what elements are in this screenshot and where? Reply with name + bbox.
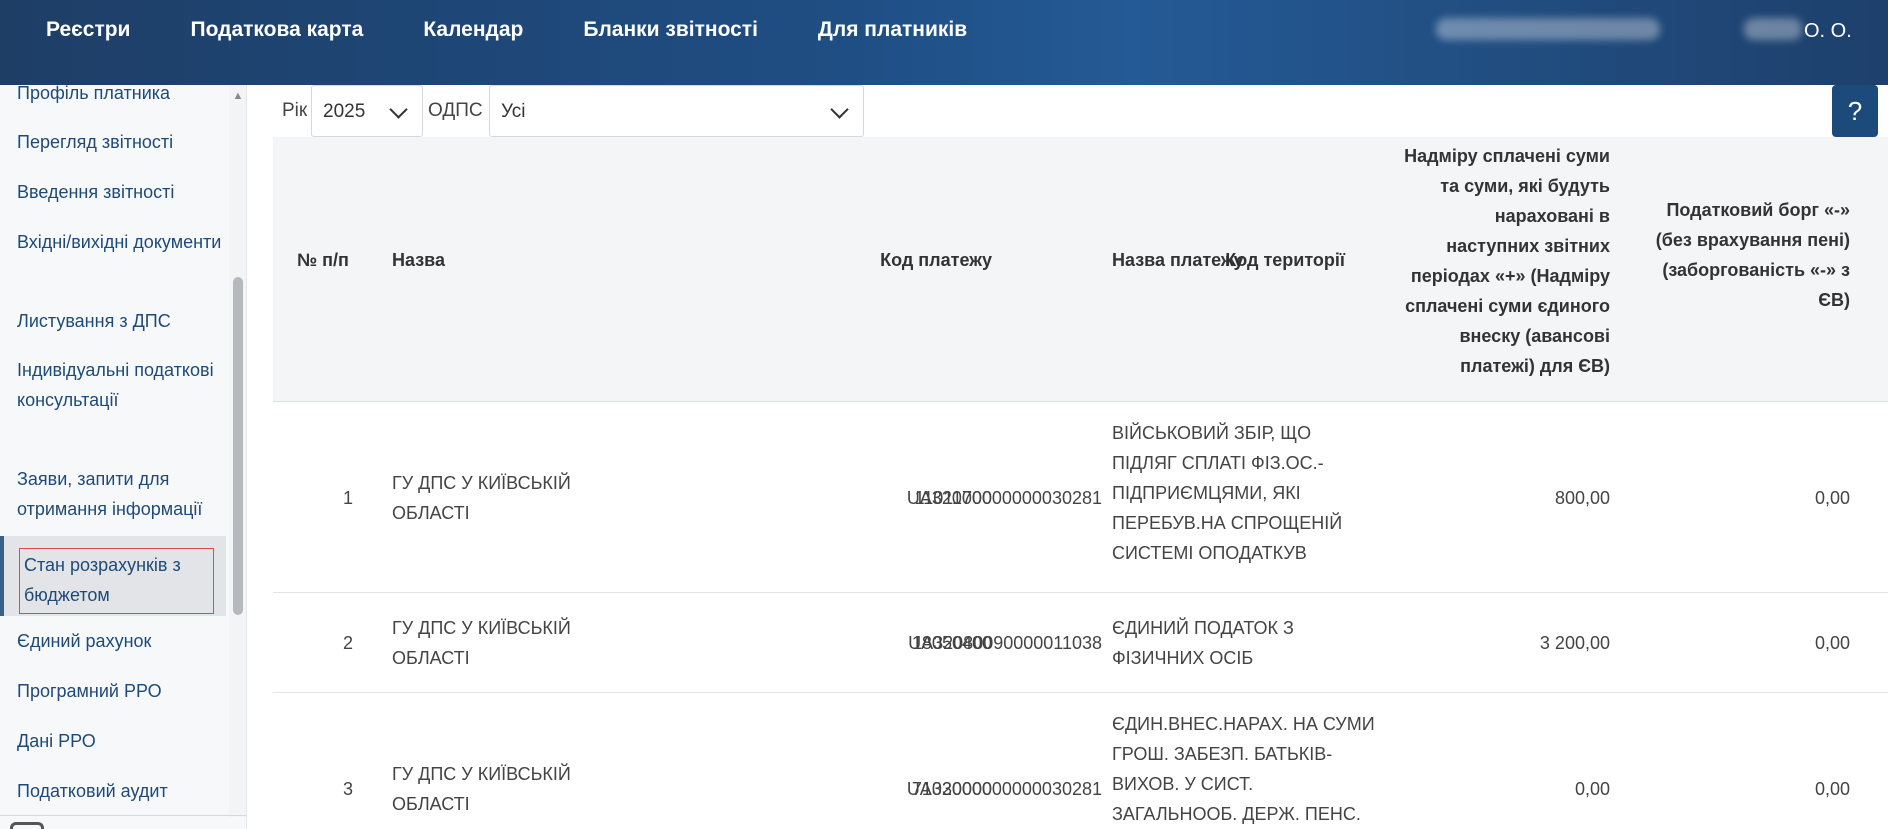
row-number: 1 (342, 488, 353, 508)
sidebar-item-single-account[interactable]: Єдиний рахунок (17, 626, 222, 656)
scroll-up-icon[interactable]: ▲ (229, 89, 246, 103)
user-surname-blurred (1744, 18, 1802, 40)
table-row: 2 ГУ ДПС У КИЇВСЬКІЙ ОБЛАСТІ 18050400 UA… (273, 593, 1888, 693)
year-select[interactable]: 2025 (311, 85, 423, 137)
sidebar-item-payer-profile[interactable]: Профіль платника (17, 85, 222, 108)
odps-select[interactable]: Усі (489, 85, 864, 137)
main-nav: Реєстри Податкова карта Календар Бланки … (46, 17, 967, 43)
row-number: 2 (342, 633, 353, 653)
nav-for-payers[interactable]: Для платників (818, 17, 967, 43)
row-debt: 0,00 (1814, 779, 1850, 799)
sidebar-item-budget-settlements[interactable]: Стан розрахунків з бюджетом (0, 536, 226, 616)
row-debt: 0,00 (1814, 633, 1850, 653)
row-name: ГУ ДПС У КИЇВСЬКІЙ ОБЛАСТІ (392, 764, 571, 814)
row-payment-name: ЄДИНИЙ ПОДАТОК З ФІЗИЧНИХ ОСІБ (1112, 618, 1294, 668)
sidebar-item-tax-audit[interactable]: Податковий аудит (17, 776, 222, 806)
odps-select-value: Усі (501, 101, 526, 122)
user-name-blurred (1436, 18, 1660, 40)
row-name: ГУ ДПС У КИЇВСЬКІЙ ОБЛАСТІ (392, 473, 571, 523)
nav-calendar[interactable]: Календар (423, 17, 523, 43)
row-territory-code: UA32000000000030281 (906, 779, 1102, 799)
sidebar-item-software-rro[interactable]: Програмний РРО (17, 676, 222, 706)
row-debt: 0,00 (1814, 488, 1850, 508)
chevron-down-icon (389, 100, 408, 119)
sidebar-item-view-reports[interactable]: Перегляд звітності (17, 127, 222, 157)
year-label: Рік (282, 100, 308, 121)
row-overpaid: 3 200,00 (1539, 633, 1610, 653)
col-overpaid: Надміру сплачені суми та суми, які будут… (1404, 146, 1610, 376)
col-debt: Податковий борг «-» (без врахування пені… (1655, 200, 1850, 310)
sidebar-divider (0, 815, 246, 816)
chat-icon[interactable] (10, 822, 44, 829)
row-overpaid: 800,00 (1554, 488, 1610, 508)
odps-label: ОДПС (428, 100, 483, 121)
col-name: Назва (392, 250, 446, 270)
col-number: № п/п (297, 250, 349, 270)
row-overpaid: 0,00 (1574, 779, 1610, 799)
sidebar-item-documents[interactable]: Вхідні/вихідні документи (17, 227, 222, 257)
sidebar-item-enter-reports[interactable]: Введення звітності (17, 177, 222, 207)
sidebar-scroll-thumb[interactable] (233, 277, 243, 615)
year-select-value: 2025 (323, 101, 366, 122)
row-number: 3 (342, 779, 353, 799)
sidebar-item-active-label: Стан розрахунків з бюджетом (19, 548, 214, 614)
col-payment-code: Код платежу (880, 250, 992, 270)
user-initials[interactable]: О. О. (1804, 18, 1852, 44)
sidebar-item-correspondence[interactable]: Листування з ДПС (17, 306, 222, 336)
nav-tax-map[interactable]: Податкова карта (190, 17, 363, 43)
sidebar-menu: Профіль платника Перегляд звітності Введ… (0, 85, 247, 829)
chevron-down-icon (830, 100, 849, 119)
col-payment-name: Назва платежу (1112, 250, 1244, 270)
sidebar-item-consultations[interactable]: Індивідуальні податкові консультації (17, 355, 222, 415)
row-name: ГУ ДПС У КИЇВСЬКІЙ ОБЛАСТІ (392, 618, 571, 668)
sidebar-item-rro-data[interactable]: Дані РРО (17, 726, 222, 756)
table-row: 1 ГУ ДПС У КИЇВСЬКІЙ ОБЛАСТІ 11011700 UA… (273, 402, 1888, 593)
table-header: № п/п Назва Код платежу Код території На… (273, 137, 1888, 402)
help-button[interactable]: ? (1832, 85, 1878, 137)
row-payment-name: ЄДИН.ВНЕС.НАРАХ. НА СУМИ ГРОШ. ЗАБЕЗП. Б… (1112, 714, 1375, 824)
nav-registries[interactable]: Реєстри (46, 17, 130, 43)
top-navigation-bar: Реєстри Податкова карта Календар Бланки … (0, 0, 1888, 85)
nav-report-forms[interactable]: Бланки звітності (583, 17, 758, 43)
row-territory-code: UA32000000000030281 (906, 488, 1102, 508)
row-territory-code: UA32080090000011038 (908, 633, 1102, 653)
sidebar-scrollbar[interactable]: ▲ (229, 85, 246, 817)
row-payment-name: ВІЙСЬКОВИЙ ЗБІР, ЩО ПІДЛЯГ СПЛАТІ ФІЗ.ОС… (1112, 423, 1343, 563)
table-row: 3 ГУ ДПС У КИЇВСЬКІЙ ОБЛАСТІ 71030000 UA… (273, 693, 1888, 829)
sidebar-item-requests[interactable]: Заяви, запити для отримання інформації (17, 464, 222, 524)
